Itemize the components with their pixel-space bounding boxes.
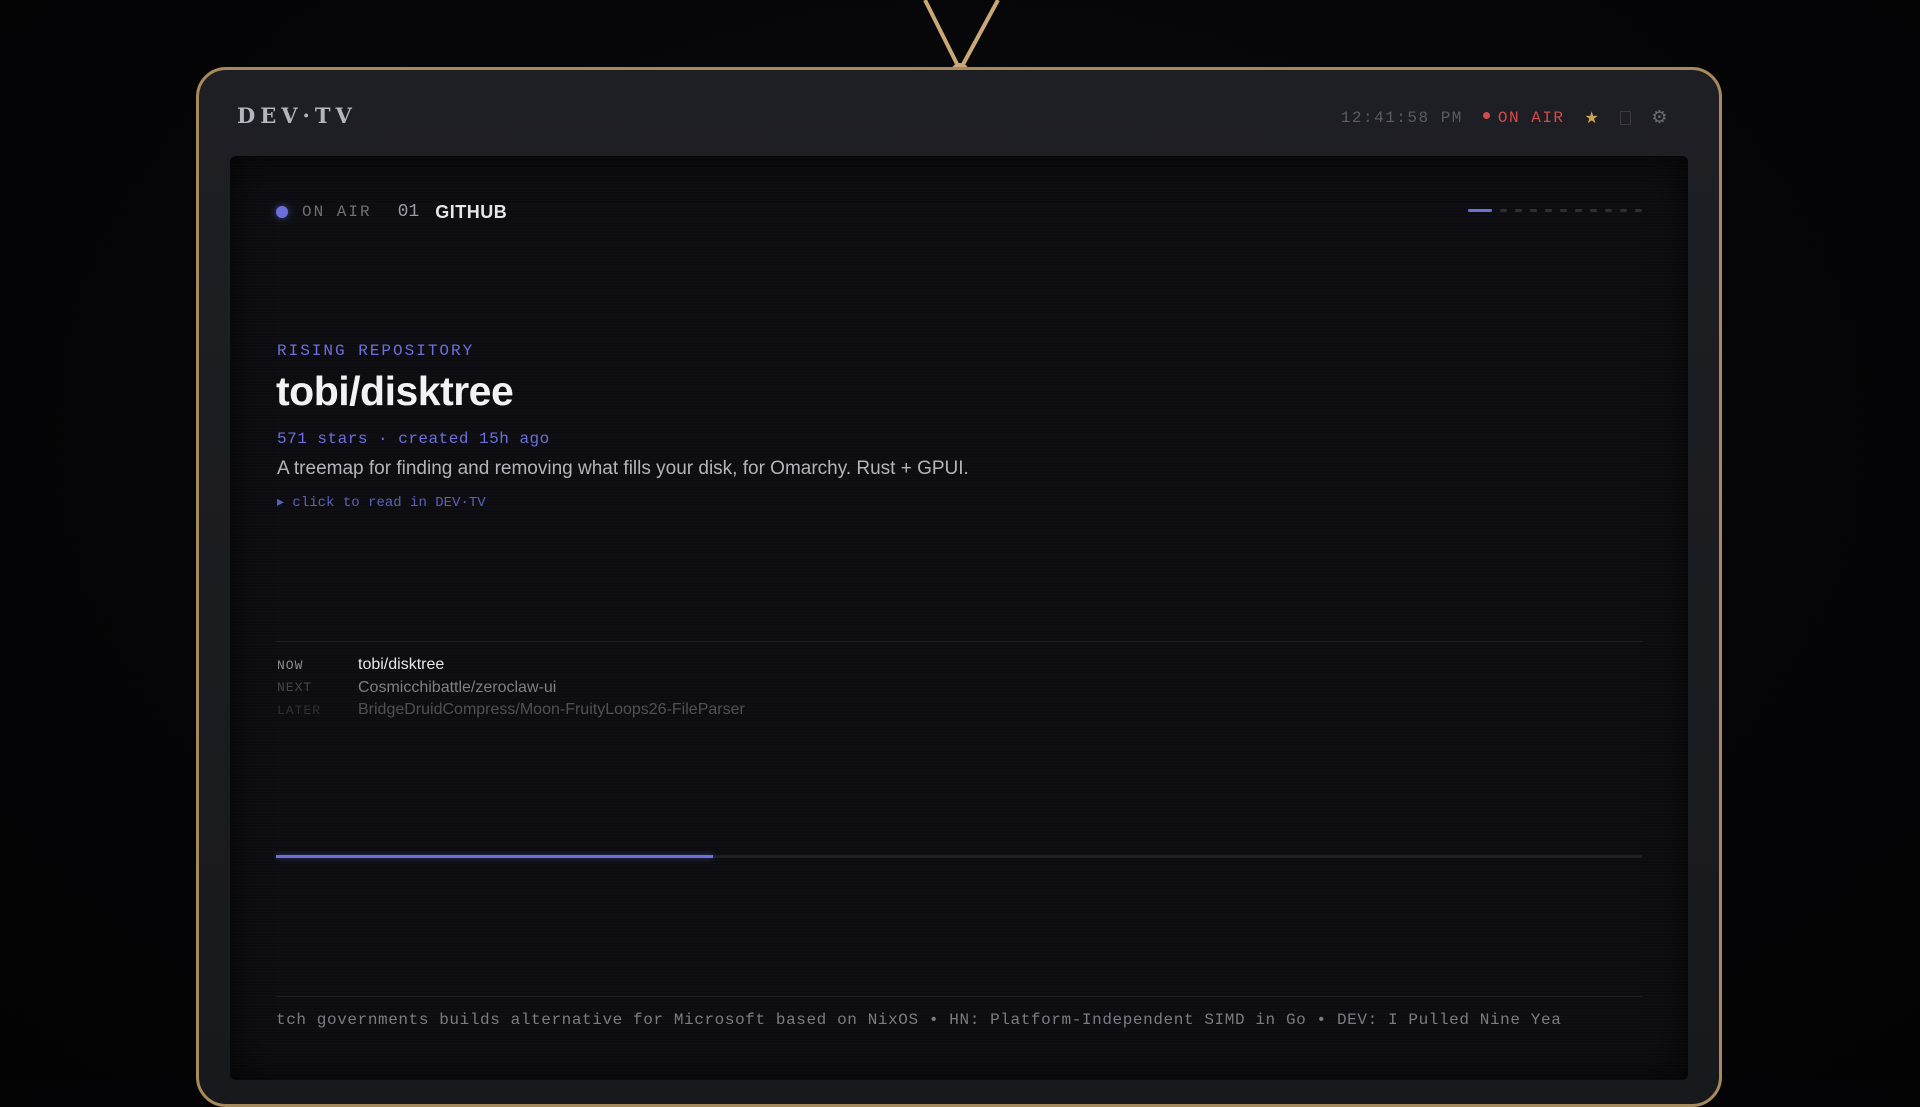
app-logo: DEV·TV [237,103,357,128]
pager-dot[interactable] [1620,209,1627,212]
channel-bar: ON AIR 01 GITHUB [276,200,1642,224]
pager-dot[interactable] [1605,209,1612,212]
read-link[interactable]: ▸ click to read in DEV·TV [277,494,486,511]
pager-dot[interactable] [1560,209,1567,212]
schedule: NOW tobi/disktree NEXT Cosmicchibattle/z… [277,654,745,722]
story-meta: 571 stars · created 15h ago [277,430,550,448]
story-eyebrow: RISING REPOSITORY [277,342,475,360]
channel-number: 01 [397,202,420,222]
tv-screen: ON AIR 01 GITHUB RISING REPOSITORY tobi/… [230,156,1688,1080]
schedule-row-next[interactable]: NEXT Cosmicchibattle/zeroclaw-ui [277,677,745,700]
pager-dot[interactable] [1575,209,1582,212]
story-title[interactable]: tobi/disktree [276,368,514,415]
channel-pager[interactable] [1468,209,1642,212]
progress-bar [276,855,1642,858]
channel-status: ON AIR [302,203,372,221]
square-icon[interactable] [1620,111,1632,125]
schedule-item: BridgeDruidCompress/Moon-FruityLoops26-F… [358,701,745,719]
live-dot-icon [276,206,288,218]
channel-name: GITHUB [435,201,508,222]
tv-frame: DEV·TV 12:41:58 PM ON AIR ★ ⚙ ON AIR 01 … [196,67,1722,1107]
pager-dot[interactable] [1545,209,1552,212]
schedule-slot: LATER [277,702,322,718]
pager-dot[interactable] [1500,209,1507,212]
header-status: 12:41:58 PM ON AIR ★ ⚙ [1341,107,1669,129]
schedule-row-now[interactable]: NOW tobi/disktree [277,654,745,677]
pager-dot[interactable] [1590,209,1597,212]
pager-dot[interactable] [1635,209,1642,212]
schedule-row-later[interactable]: LATER BridgeDruidCompress/Moon-FruityLoo… [277,699,745,722]
divider [276,996,1642,997]
schedule-item: tobi/disktree [358,656,445,674]
pager-dot[interactable] [1468,209,1492,212]
pager-dot[interactable] [1530,209,1537,212]
recording-dot-icon [1482,112,1490,120]
progress-fill [276,855,714,858]
clock: 12:41:58 PM [1340,109,1463,127]
on-air-label: ON AIR [1497,109,1565,127]
tv-header: DEV·TV 12:41:58 PM ON AIR ★ ⚙ [199,70,1719,156]
on-air-indicator: ON AIR [1482,109,1565,127]
story-description: A treemap for finding and removing what … [277,458,969,479]
schedule-item: Cosmicchibattle/zeroclaw-ui [358,678,557,696]
schedule-slot: NOW [277,657,304,673]
pager-dot[interactable] [1515,209,1522,212]
news-ticker[interactable]: tch governments builds alternative for M… [276,1011,1642,1029]
divider [276,641,1642,642]
gear-icon[interactable]: ⚙ [1651,107,1669,129]
schedule-slot: NEXT [277,680,313,696]
star-icon[interactable]: ★ [1585,108,1601,128]
